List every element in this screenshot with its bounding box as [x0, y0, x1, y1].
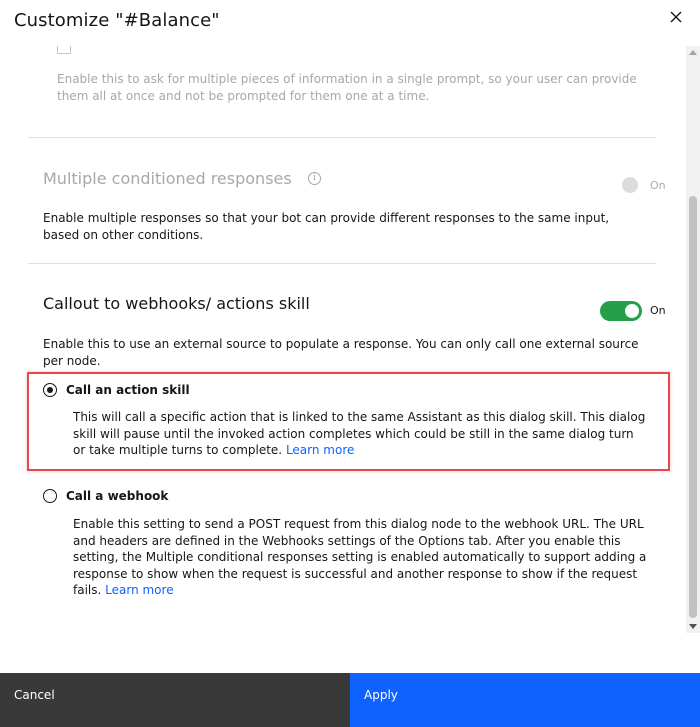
learn-more-link-action-skill[interactable]: Learn more	[286, 443, 354, 457]
divider	[28, 137, 656, 138]
modal-title: Customize "#Balance"	[14, 10, 220, 31]
learn-more-link-webhook[interactable]: Learn more	[105, 583, 173, 597]
call-webhook-label[interactable]: Call a webhook	[66, 489, 168, 503]
scrollbar[interactable]	[686, 46, 700, 633]
callout-title: Callout to webhooks/ actions skill	[43, 294, 310, 313]
apply-button-label: Apply	[364, 688, 398, 702]
scroll-down-arrow-icon[interactable]	[689, 624, 697, 629]
apply-button[interactable]: Apply	[350, 673, 700, 727]
call-action-skill-text: This will call a specific action that is…	[73, 410, 646, 457]
multiple-responses-title: Multiple conditioned responses	[43, 169, 292, 188]
call-webhook-description: Enable this setting to send a POST reque…	[73, 516, 648, 599]
modal-body: Enable this to ask for multiple pieces o…	[0, 46, 686, 673]
modal-footer: Cancel Apply	[0, 673, 700, 727]
scroll-thumb[interactable]	[689, 196, 697, 618]
toggle-knob	[625, 304, 639, 318]
divider	[28, 263, 656, 264]
close-icon	[670, 11, 682, 23]
close-button[interactable]	[666, 7, 686, 27]
radio-call-webhook[interactable]	[43, 489, 57, 503]
multi-prompt-description: Enable this to ask for multiple pieces o…	[57, 72, 637, 103]
call-action-skill-description: This will call a specific action that is…	[73, 409, 648, 459]
modal-header: Customize "#Balance"	[0, 0, 700, 46]
callout-toggle[interactable]	[600, 301, 642, 321]
radio-selected-dot	[47, 387, 53, 393]
info-icon: i	[308, 172, 321, 185]
multiple-responses-toggle[interactable]	[622, 177, 638, 193]
cancel-button[interactable]: Cancel	[0, 673, 350, 727]
cancel-button-label: Cancel	[14, 688, 55, 702]
callout-description: Enable this to use an external source to…	[43, 337, 639, 368]
multi-prompt-checkbox[interactable]	[57, 46, 71, 54]
multiple-responses-description: Enable multiple responses so that your b…	[43, 211, 610, 242]
multiple-responses-toggle-label: On	[650, 179, 666, 192]
call-action-skill-label[interactable]: Call an action skill	[66, 383, 190, 397]
radio-call-action-skill[interactable]	[43, 383, 57, 397]
scroll-up-arrow-icon[interactable]	[689, 50, 697, 55]
callout-toggle-label: On	[650, 304, 666, 317]
customize-modal: Customize "#Balance" Enable this to ask …	[0, 0, 700, 727]
